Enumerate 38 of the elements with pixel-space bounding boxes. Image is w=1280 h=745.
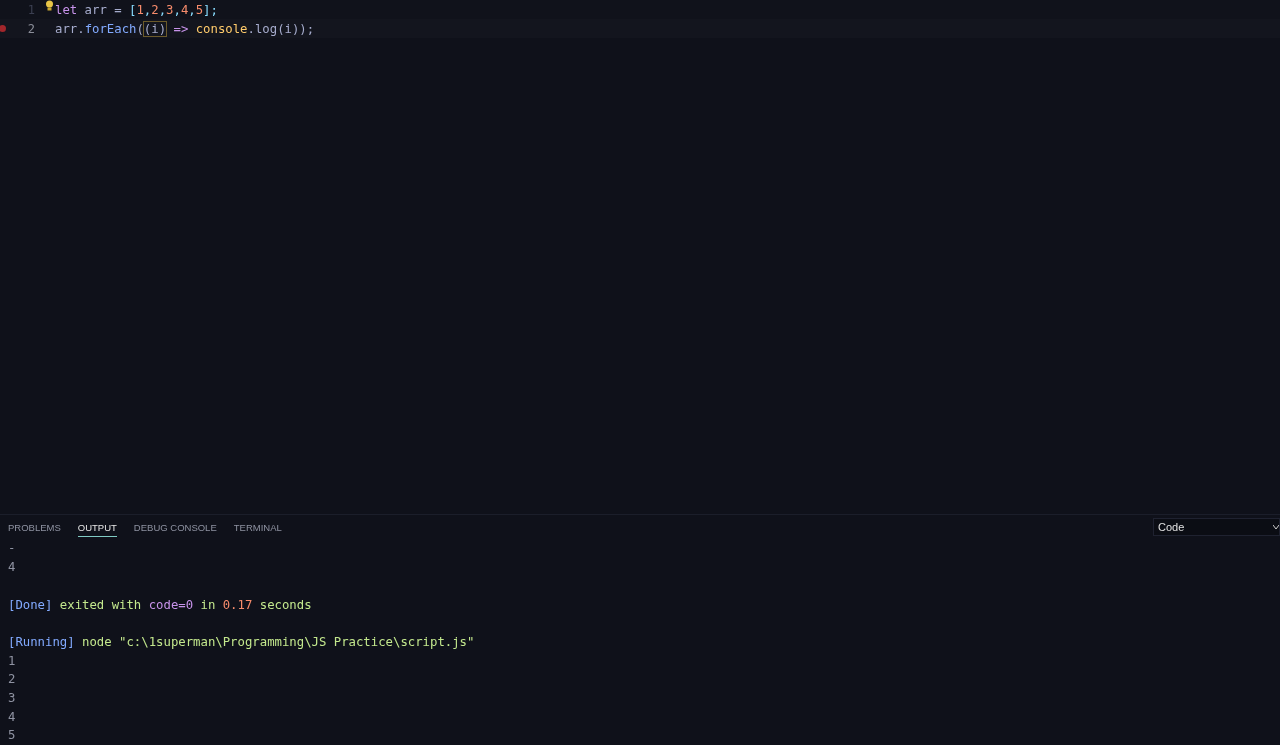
output-line: 3	[8, 689, 17, 707]
code-token: arr.	[55, 21, 85, 36]
panel-tab[interactable]: PROBLEMS	[8, 517, 61, 537]
output-line: 4	[8, 708, 17, 726]
code-token: let	[55, 2, 78, 17]
output-line: [Running] node "c:\1superman\Programming\JS Practice\script.js"	[8, 633, 476, 651]
code-token: ,	[158, 2, 167, 17]
code-token: console	[195, 21, 248, 36]
code-token: =>	[172, 21, 190, 36]
output-line: 2	[8, 671, 17, 689]
code-token: 4	[180, 2, 189, 17]
output-line: 1	[8, 652, 17, 670]
panel-tab[interactable]: TERMINAL	[233, 517, 282, 537]
breakpoint-dot[interactable]	[0, 25, 6, 32]
code-token: 3	[166, 2, 174, 17]
code-token: arr =	[83, 2, 123, 17]
code-token: 1	[136, 2, 144, 17]
lightbulb-icon[interactable]	[45, 0, 54, 11]
output-line: 4	[8, 559, 17, 577]
code-token: ,	[143, 2, 152, 17]
code-token: ,	[188, 2, 196, 17]
chevron-down-icon	[1273, 525, 1279, 530]
code-token: [	[129, 2, 137, 17]
panel-tab[interactable]: OUTPUT	[77, 517, 117, 537]
output-line: 5	[8, 727, 17, 745]
code-token: ];	[203, 2, 218, 17]
code-token: (i)	[143, 21, 167, 36]
output-line: -	[8, 540, 17, 558]
code-token: forEach	[84, 21, 137, 36]
output-line: [Done] exited with code=0 in 0.17 seconds	[8, 596, 313, 614]
code-token: (	[136, 21, 144, 36]
code-token: .log(i));	[247, 21, 315, 36]
output-channel-select[interactable]: Code	[1153, 518, 1280, 537]
panel-tab[interactable]: DEBUG CONSOLE	[133, 517, 217, 537]
code-token: ,	[173, 2, 181, 17]
line-number: 2	[27, 21, 35, 36]
code-token: 2	[151, 2, 159, 17]
code-token: 5	[195, 2, 204, 17]
